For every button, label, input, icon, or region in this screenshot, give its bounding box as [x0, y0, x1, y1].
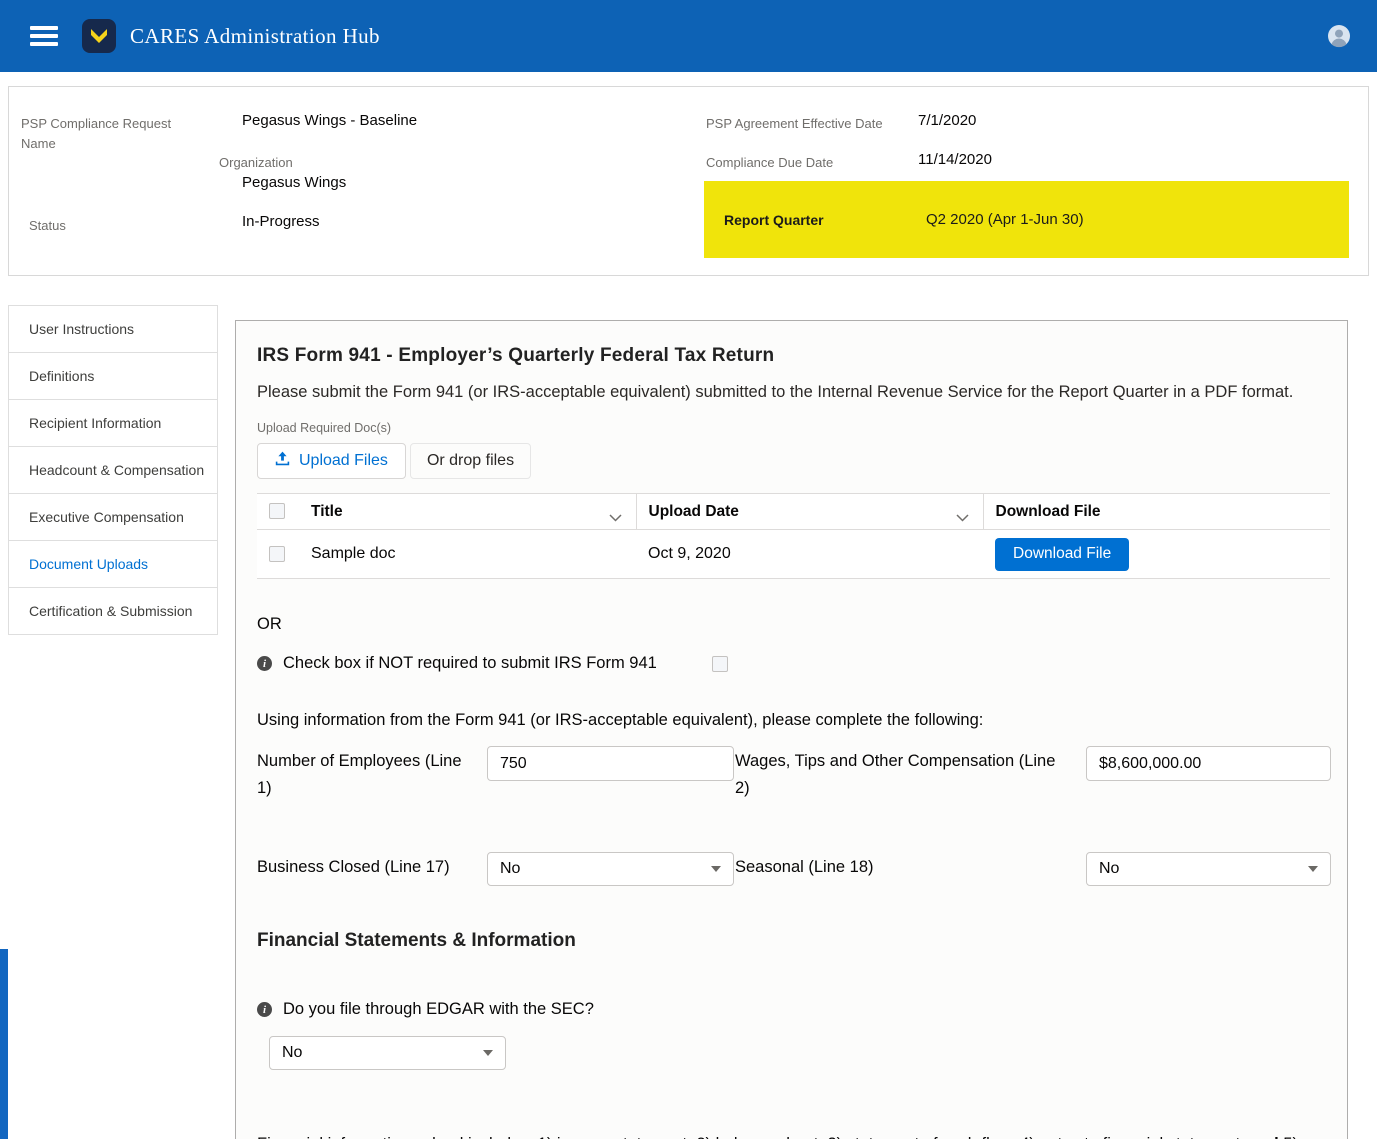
edgar-question-row: i Do you file through EDGAR with the SEC…: [257, 1000, 1330, 1019]
doc-action-cell: Download File: [983, 530, 1330, 579]
employees-input[interactable]: [487, 746, 734, 781]
uploaded-docs-table: Title Upload Date Download: [257, 493, 1330, 579]
row-checkbox[interactable]: [269, 546, 285, 562]
not-required-label: Check box if NOT required to submit IRS …: [283, 654, 657, 673]
dropdown-arrow-icon: [711, 866, 721, 872]
edgar-question: Do you file through EDGAR with the SEC?: [283, 1000, 594, 1019]
request-name-label: PSP Compliance Request Name: [21, 114, 197, 153]
upload-controls: Upload Files Or drop files: [257, 443, 1330, 479]
info-icon[interactable]: i: [257, 656, 272, 671]
or-separator: OR: [257, 615, 1330, 634]
sidebar-item-definitions[interactable]: Definitions: [8, 352, 218, 400]
section-nav: User Instructions Definitions Recipient …: [8, 305, 218, 635]
business-closed-label: Business Closed (Line 17): [257, 852, 487, 881]
report-quarter-value: Q2 2020 (Apr 1-Jun 30): [926, 211, 1084, 228]
seasonal-select[interactable]: No: [1086, 852, 1331, 886]
document-uploads-panel: IRS Form 941 - Employer’s Quarterly Fede…: [235, 320, 1348, 1139]
app-header: CARES Administration Hub: [0, 0, 1377, 72]
sidebar-item-executive-compensation[interactable]: Executive Compensation: [8, 493, 218, 541]
sidebar-item-document-uploads[interactable]: Document Uploads: [8, 540, 218, 588]
dropdown-arrow-icon: [1308, 866, 1318, 872]
wages-label: Wages, Tips and Other Compensation (Line…: [734, 746, 1086, 802]
sidebar-item-recipient-information[interactable]: Recipient Information: [8, 399, 218, 447]
seasonal-label: Seasonal (Line 18): [734, 852, 1086, 881]
select-all-checkbox[interactable]: [269, 503, 285, 519]
upload-files-button[interactable]: Upload Files: [257, 443, 406, 479]
content-layout: User Instructions Definitions Recipient …: [8, 305, 1377, 1139]
financial-section-title: Financial Statements & Information: [257, 930, 1330, 952]
due-date-label: Compliance Due Date: [706, 153, 833, 173]
chevron-down-icon[interactable]: [956, 509, 969, 527]
organization-value: Pegasus Wings: [242, 174, 346, 191]
form941-description: Please submit the Form 941 (or IRS-accep…: [257, 378, 1330, 406]
header-checkbox-cell: [257, 494, 299, 530]
table-header-row: Title Upload Date Download: [257, 494, 1330, 530]
user-avatar[interactable]: [1327, 24, 1351, 48]
table-row: Sample doc Oct 9, 2020 Download File: [257, 530, 1330, 579]
sidebar-item-user-instructions[interactable]: User Instructions: [8, 305, 218, 353]
form941-instructions: Using information from the Form 941 (or …: [257, 711, 1330, 730]
organization-label: Organization: [219, 153, 293, 173]
report-quarter-label: Report Quarter: [724, 212, 926, 228]
dropdown-arrow-icon: [483, 1050, 493, 1056]
effective-date-value: 7/1/2020: [918, 112, 976, 129]
edgar-select[interactable]: No: [269, 1036, 506, 1070]
request-name-value: Pegasus Wings - Baseline: [242, 112, 417, 129]
drop-files-zone[interactable]: Or drop files: [410, 443, 531, 479]
business-closed-select[interactable]: No: [487, 852, 734, 886]
left-edge-accent: [0, 949, 8, 1139]
menu-icon[interactable]: [30, 26, 58, 46]
status-label: Status: [29, 216, 66, 236]
column-header-upload-date[interactable]: Upload Date: [636, 494, 983, 530]
page: CARES Administration Hub PSP Compliance …: [0, 0, 1377, 1139]
sidebar-item-headcount-compensation[interactable]: Headcount & Compensation: [8, 446, 218, 494]
column-header-title[interactable]: Title: [299, 494, 636, 530]
app-logo-icon: [82, 19, 116, 53]
doc-title-cell: Sample doc: [299, 530, 636, 579]
effective-date-label: PSP Agreement Effective Date: [706, 114, 883, 134]
compliance-summary-card: PSP Compliance Request Name Pegasus Wing…: [8, 86, 1369, 276]
upload-required-label: Upload Required Doc(s): [257, 421, 1330, 435]
chevron-down-icon[interactable]: [609, 509, 622, 527]
form941-title: IRS Form 941 - Employer’s Quarterly Fede…: [257, 345, 1330, 367]
financial-upload-note: Financial information upload includes: 1…: [257, 1130, 1330, 1139]
info-icon[interactable]: i: [257, 1002, 272, 1017]
report-quarter-highlight: Report Quarter Q2 2020 (Apr 1-Jun 30): [704, 181, 1349, 258]
row-checkbox-cell: [257, 530, 299, 579]
wages-input[interactable]: [1086, 746, 1331, 781]
upload-files-label: Upload Files: [299, 452, 388, 470]
column-header-download-file: Download File: [983, 494, 1330, 530]
download-file-button[interactable]: Download File: [995, 538, 1129, 571]
due-date-value: 11/14/2020: [918, 151, 992, 168]
sidebar-item-certification-submission[interactable]: Certification & Submission: [8, 587, 218, 635]
status-value: In-Progress: [242, 213, 320, 230]
not-required-checkbox[interactable]: [712, 656, 728, 672]
doc-date-cell: Oct 9, 2020: [636, 530, 983, 579]
upload-icon: [275, 451, 290, 471]
employees-label: Number of Employees (Line 1): [257, 746, 487, 802]
not-required-row: i Check box if NOT required to submit IR…: [257, 654, 1330, 673]
app-title: CARES Administration Hub: [130, 24, 380, 49]
form941-fields: Number of Employees (Line 1) Wages, Tips…: [257, 746, 1330, 886]
